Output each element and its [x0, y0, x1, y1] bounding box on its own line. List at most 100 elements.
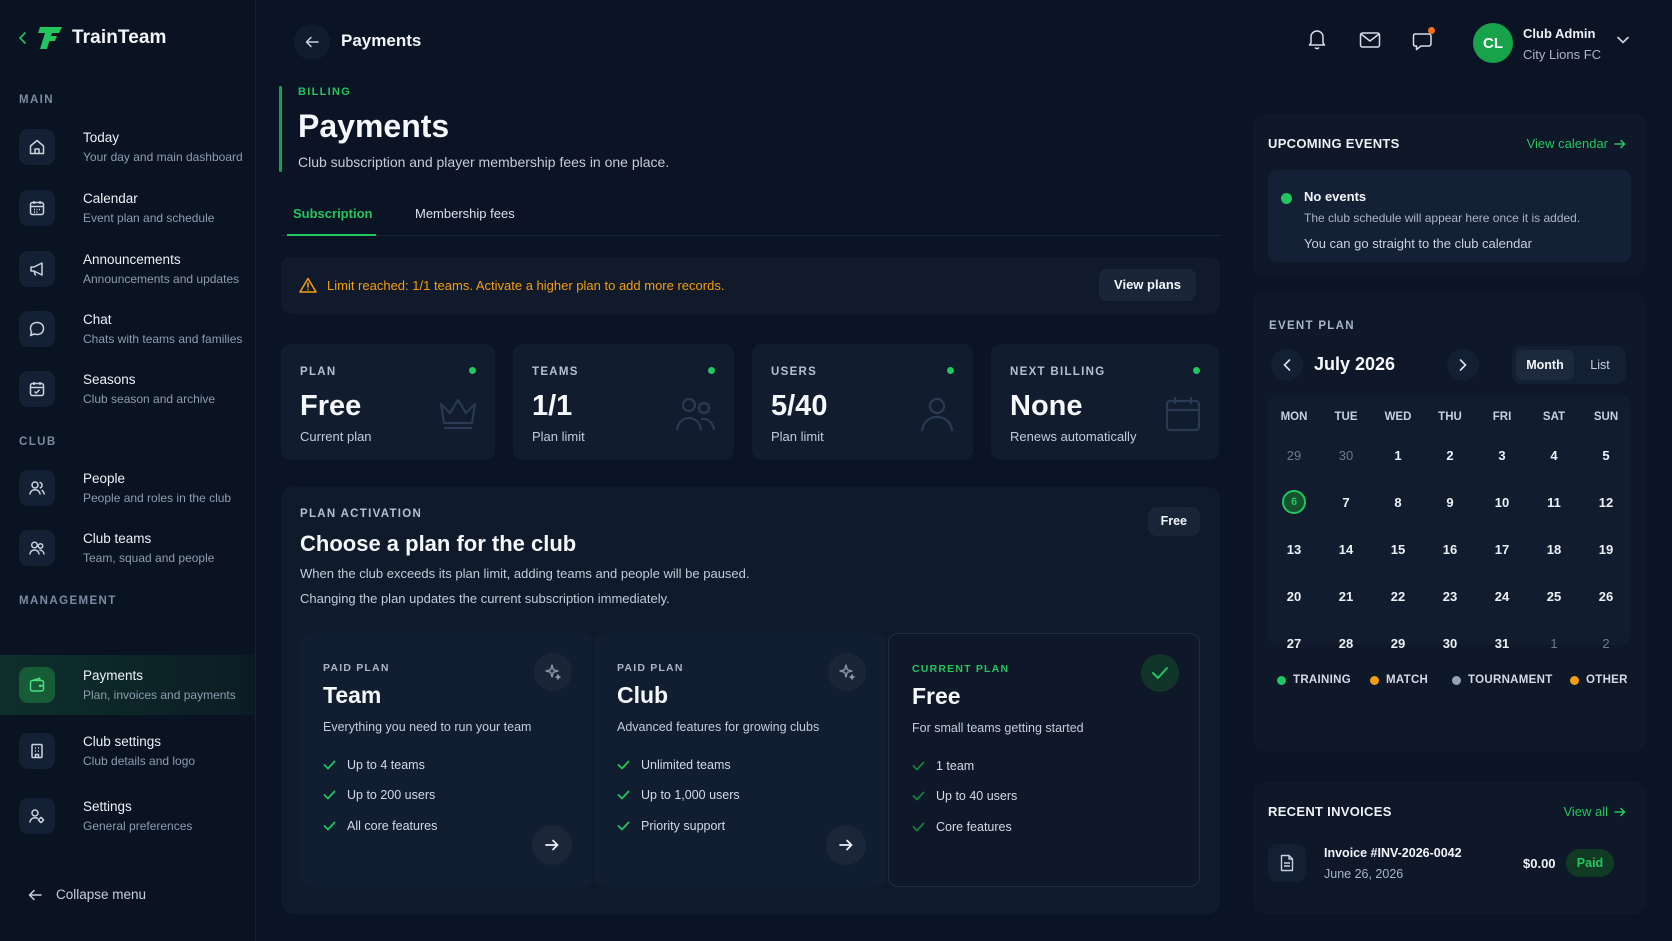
calendar-day[interactable]: 7: [1320, 495, 1372, 510]
view-calendar-link[interactable]: View calendar: [1527, 136, 1626, 151]
topbar-title: Payments: [341, 31, 422, 50]
calendar-day[interactable]: 8: [1372, 495, 1424, 510]
view-list-button[interactable]: List: [1578, 350, 1622, 380]
sidebar-item-club-settings[interactable]: Club settings Club details and logo: [0, 723, 254, 779]
plan-feature-label: Unlimited teams: [641, 758, 731, 772]
panel-kicker: PLAN ACTIVATION: [300, 508, 423, 520]
calendar-day[interactable]: 4: [1528, 448, 1580, 463]
next-month-button[interactable]: [1447, 349, 1479, 381]
invoice-title[interactable]: Invoice #INV-2026-0042: [1324, 846, 1462, 860]
calendar-day[interactable]: 16: [1424, 542, 1476, 557]
stat-subtitle: Plan limit: [771, 429, 824, 444]
tab-subscription[interactable]: Subscription: [286, 206, 377, 236]
chat-icon: [19, 311, 55, 347]
sidebar-item-people[interactable]: People People and roles in the club: [0, 460, 254, 516]
brand[interactable]: TrainTeam: [18, 24, 167, 52]
calendar-day[interactable]: 22: [1372, 589, 1424, 604]
calendar-day[interactable]: 28: [1320, 636, 1372, 651]
weekday-label: SUN: [1593, 411, 1619, 423]
calendar-day[interactable]: 27: [1268, 636, 1320, 651]
chevron-down-icon[interactable]: [1617, 36, 1629, 44]
bell-icon[interactable]: [1307, 28, 1327, 50]
calendar-day[interactable]: 17: [1476, 542, 1528, 557]
mail-icon[interactable]: [1359, 31, 1381, 49]
calendar-day[interactable]: 25: [1528, 589, 1580, 604]
prev-month-button[interactable]: [1271, 349, 1303, 381]
plan-kicker: PAID PLAN: [617, 662, 684, 674]
tab-membership-fees[interactable]: Membership fees: [415, 206, 515, 221]
calendar-day[interactable]: 29: [1372, 636, 1424, 651]
sidebar-item-seasons[interactable]: Seasons Club season and archive: [0, 361, 254, 417]
calendar-day[interactable]: 30: [1320, 448, 1372, 463]
check-icon: [323, 790, 336, 800]
calendar-day[interactable]: 19: [1580, 542, 1632, 557]
sidebar-item-chat[interactable]: Chat Chats with teams and families: [0, 301, 254, 357]
sidebar-item-payments[interactable]: Payments Plan, invoices and payments: [0, 655, 254, 715]
calendar-day[interactable]: 26: [1580, 589, 1632, 604]
panel-description: When the club exceeds its plan limit, ad…: [300, 566, 750, 581]
header-accent-bar: [279, 86, 282, 172]
calendar-day[interactable]: 5: [1580, 448, 1632, 463]
user-name[interactable]: Club Admin: [1523, 26, 1595, 41]
legend-dot: [1277, 675, 1286, 685]
collapse-menu-button[interactable]: Collapse menu: [28, 887, 146, 902]
back-button[interactable]: [294, 24, 330, 60]
calendar-day[interactable]: 12: [1580, 495, 1632, 510]
sidebar-item-settings[interactable]: Settings General preferences: [0, 788, 254, 844]
calendar-day[interactable]: 3: [1476, 448, 1528, 463]
calendar-day[interactable]: 2: [1580, 636, 1632, 651]
plan-feature: Core features: [912, 820, 1012, 834]
select-plan-team-button[interactable]: [532, 825, 572, 865]
sidebar-item-announcements[interactable]: Announcements Announcements and updates: [0, 241, 254, 297]
plan-feature: 1 team: [912, 759, 974, 773]
calendar-day[interactable]: 29: [1268, 448, 1320, 463]
arrow-right-icon: [545, 839, 559, 851]
calendar-day[interactable]: 30: [1424, 636, 1476, 651]
stat-subtitle: Current plan: [300, 429, 372, 444]
plan-card-team[interactable]: PAID PLAN Team Everything you need to ru…: [300, 633, 592, 887]
calendar-day[interactable]: 2: [1424, 448, 1476, 463]
calendar-day[interactable]: 13: [1268, 542, 1320, 557]
calendar-day[interactable]: 10: [1476, 495, 1528, 510]
calendar-day[interactable]: 1: [1372, 448, 1424, 463]
sidebar-item-today[interactable]: Today Your day and main dashboard: [0, 119, 254, 175]
sidebar-item-calendar[interactable]: Calendar Event plan and schedule: [0, 180, 254, 236]
calendar-day[interactable]: 15: [1372, 542, 1424, 557]
check-icon: [617, 760, 630, 770]
sidebar-item-title: Club teams: [83, 531, 152, 546]
page-description: Club subscription and player membership …: [298, 154, 670, 170]
sidebar-item-subtitle: Your day and main dashboard: [83, 150, 243, 164]
calendar-day[interactable]: 11: [1528, 495, 1580, 510]
legend-item: OTHER: [1570, 674, 1628, 686]
plan-feature: Up to 40 users: [912, 789, 1017, 803]
sidebar-item-title: People: [83, 471, 126, 486]
plan-card-club[interactable]: PAID PLAN Club Advanced features for gro…: [594, 633, 886, 887]
plan-kicker: CURRENT PLAN: [912, 663, 1010, 675]
plan-title: Free: [912, 683, 961, 709]
calendar-day[interactable]: 1: [1528, 636, 1580, 651]
plan-feature-label: Up to 4 teams: [347, 758, 425, 772]
calendar-day[interactable]: 9: [1424, 495, 1476, 510]
calendar-day[interactable]: 31: [1476, 636, 1528, 651]
weekday-label: TUE: [1334, 411, 1358, 423]
sidebar-item-club-teams[interactable]: Club teams Team, squad and people: [0, 520, 254, 576]
view-month-button[interactable]: Month: [1516, 350, 1574, 380]
select-plan-club-button[interactable]: [826, 825, 866, 865]
calendar-day[interactable]: 23: [1424, 589, 1476, 604]
upcoming-events-card: UPCOMING EVENTS View calendar No events …: [1253, 114, 1646, 276]
calendar-day-today[interactable]: 6: [1282, 490, 1306, 514]
back-chevron-icon[interactable]: [18, 32, 28, 44]
current-plan-chip: Free: [1147, 507, 1200, 536]
calendar-day[interactable]: 21: [1320, 589, 1372, 604]
calendar-day[interactable]: 24: [1476, 589, 1528, 604]
view-all-invoices-link[interactable]: View all: [1563, 804, 1626, 819]
avatar[interactable]: CL: [1473, 23, 1513, 63]
calendar-day[interactable]: 18: [1528, 542, 1580, 557]
view-plans-button[interactable]: View plans: [1099, 269, 1196, 301]
check-icon: [323, 760, 336, 770]
calendar-day[interactable]: 14: [1320, 542, 1372, 557]
sidebar-item-subtitle: Chats with teams and families: [83, 332, 243, 346]
calendar-day[interactable]: 20: [1268, 589, 1320, 604]
stat-card-plan: PLAN Free Current plan: [281, 344, 495, 460]
calendar-view-toggle: Month List: [1512, 346, 1626, 384]
